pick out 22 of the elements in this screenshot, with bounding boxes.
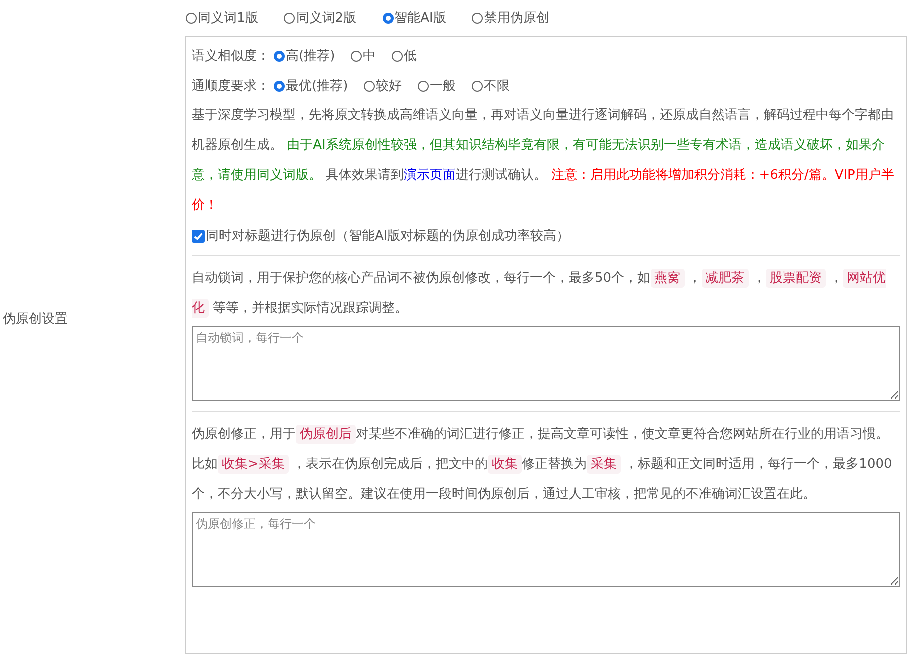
title-rewrite-checkbox[interactable] [192,230,205,242]
row-label: 伪原创设置 [3,311,68,328]
mode-radio[interactable]: 同义词1版 [186,9,258,27]
demo-link[interactable]: 演示页面 [404,168,456,183]
corrections-input[interactable]: 伪原创修正，每行一个 [192,512,900,587]
checkbox-label: 同时对标题进行伪原创（智能AI版对标题的伪原创成功率较高） [206,228,570,245]
mode-radio[interactable]: 同义词2版 [284,9,357,27]
option-radio[interactable]: 中 [351,47,376,65]
lock-words-description: 自动锁词，用于保护您的核心产品词不被伪原创修改，每行一个，最多50个，如 燕窝 ， 减肥茶 ， 股票配资 ， 网站优化 等等，并根据实际情况跟踪调整。 [192,268,887,320]
mode-radio[interactable]: 智能AI版 [382,9,446,27]
mode-radio[interactable]: 禁用伪原创 [472,9,550,27]
option-radio[interactable]: 高(推荐) [274,47,336,65]
option-radio[interactable]: 一般 [418,77,456,95]
lock-words-input[interactable]: 自动锁词，每行一个 [192,326,900,401]
option-label: 语义相似度： [192,48,270,65]
option-radio[interactable]: 低 [392,47,418,65]
ai-description: 基于深度学习模型，先将原文转换成高维语义向量，再对语义向量进行逐词解码，还原成自然语言，解码过程中每个字都由机器原创生成。 由于AI系统原创性较强，但其知识结构毕竟有限，有可能无法识别一些专有术语，造成语义破坏，如果介意，请使用同义词版。 具体效果请到演示页面进行测试确认。 注意：启用此功能将增加积分消耗：+6积分/篇。VIP用户半价！ [192,107,896,215]
option-radio[interactable]: 较好 [364,77,402,95]
corrections-description: 伪原创修正，用于 伪原创后 对某些不准确的词汇进行修正，提高文章可读性，使文章更符合您网站所在行业的用语习惯。比如 收集>采集 ，表示在伪原创完成后，把文中的 收集 修正替换为 采集 ，标题和正文同时适用，每行一个，最多1000个，不分大小写，默认留空。建议在使用一段时间伪原创后，通过人工审核，把常见的不准确词汇设置在此。 [192,424,894,504]
option-radio[interactable]: 不限 [472,77,510,95]
option-label: 通顺度要求： [192,78,270,95]
option-radio[interactable]: 最优(推荐) [274,77,348,95]
